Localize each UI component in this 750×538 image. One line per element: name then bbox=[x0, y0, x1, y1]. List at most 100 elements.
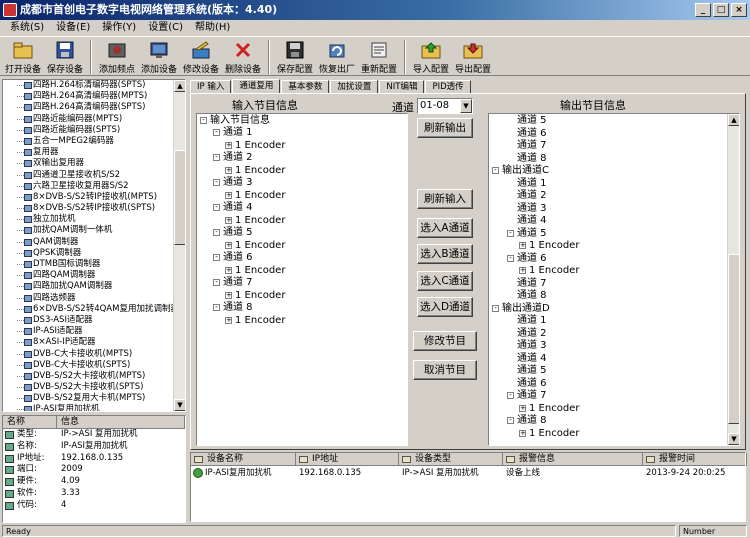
scroll-down-arrow[interactable]: ▼ bbox=[728, 433, 739, 445]
tab-ip-input[interactable]: IP 输入 bbox=[190, 80, 232, 94]
refresh-input-button[interactable]: 刷新输入 bbox=[417, 189, 473, 209]
device-tree-item[interactable]: 8×DVB-S/S2转IP接收机(SPTS) bbox=[3, 203, 175, 214]
device-tree-item[interactable]: DTMB国标调制器 bbox=[3, 259, 175, 270]
scroll-thumb[interactable] bbox=[174, 150, 185, 245]
tree-channel[interactable]: 通道 2 bbox=[507, 328, 547, 341]
tree-channel[interactable]: 通道 7 bbox=[507, 278, 547, 291]
table-row[interactable]: IP-ASI复用加扰机 192.168.0.135 IP->ASI 复用加扰机 … bbox=[191, 467, 745, 480]
tree-channel[interactable]: 通道 5 bbox=[507, 115, 547, 128]
tree-channel[interactable]: - 通道 8 bbox=[213, 302, 253, 315]
tree-channel[interactable]: 通道 6 bbox=[507, 378, 547, 391]
tree-encoder[interactable]: +1 Encoder bbox=[225, 165, 285, 178]
tree-channel[interactable]: 通道 5 bbox=[507, 365, 547, 378]
select-channel-b-button[interactable]: 选入B通道 bbox=[417, 244, 473, 264]
tree-encoder[interactable]: +1 Encoder bbox=[519, 403, 579, 416]
output-program-tree[interactable]: 通道 5 通道 6 通道 7 通道 8- 输出通道C 通道 1 通道 2 通道 3 通道 4-通… bbox=[488, 113, 740, 446]
tree-channel[interactable]: 通道 3 bbox=[507, 203, 547, 216]
tree-channel[interactable]: 通道 8 bbox=[507, 290, 547, 303]
device-tree-item[interactable]: IP-ASI适配器 bbox=[3, 326, 175, 337]
add-device-button[interactable]: 添加设备 bbox=[138, 37, 180, 75]
expand-icon[interactable]: + bbox=[225, 191, 232, 199]
col-device-type[interactable]: 设备类型 bbox=[399, 453, 503, 466]
device-tree-item[interactable]: QAM调制器 bbox=[3, 237, 175, 248]
tree-channel[interactable]: - 通道 8 bbox=[507, 415, 547, 428]
refresh-output-button[interactable]: 刷新输出 bbox=[417, 118, 473, 138]
device-tree-item[interactable]: 8×ASI-IP适配器 bbox=[3, 337, 175, 348]
collapse-icon[interactable]: - bbox=[213, 154, 220, 161]
tab-nit-edit[interactable]: NIT编辑 bbox=[379, 80, 425, 94]
device-tree-item[interactable]: 四路选频器 bbox=[3, 293, 175, 304]
tree-channel[interactable]: - 通道 5 bbox=[507, 228, 547, 241]
tab-channel-mux[interactable]: 通道复用 bbox=[232, 79, 281, 94]
menu-device[interactable]: 设备(E) bbox=[50, 20, 96, 36]
tree-channel[interactable]: - 通道 7 bbox=[213, 277, 253, 290]
device-tree-item[interactable]: DVB-S/S2大卡接收机(MPTS) bbox=[3, 371, 175, 382]
select-channel-d-button[interactable]: 选入D通道 bbox=[417, 297, 473, 317]
scroll-up-arrow[interactable]: ▲ bbox=[174, 80, 185, 92]
info-col-name[interactable]: 名称 bbox=[3, 416, 57, 428]
tree-channel[interactable]: - 通道 1 bbox=[213, 127, 253, 140]
collapse-icon[interactable]: - bbox=[213, 229, 220, 236]
tree-channel[interactable]: 通道 1 bbox=[507, 178, 547, 191]
tree-channel[interactable]: 通道 3 bbox=[507, 340, 547, 353]
device-tree-item[interactable]: DVB-S/S2大卡接收机(SPTS) bbox=[3, 382, 175, 393]
collapse-icon[interactable]: - bbox=[507, 392, 514, 399]
device-tree-item[interactable]: 四通道卫星接收机S/S2 bbox=[3, 170, 175, 181]
close-button[interactable]: × bbox=[731, 3, 747, 17]
tree-channel[interactable]: 通道 8 bbox=[507, 153, 547, 166]
output-tree-scrollbar[interactable]: ▲ ▼ bbox=[727, 114, 739, 445]
device-tree-item[interactable]: 复用器 bbox=[3, 147, 175, 158]
menu-help[interactable]: 帮助(H) bbox=[189, 20, 236, 36]
edit-device-button[interactable]: 修改设备 bbox=[180, 37, 222, 75]
expand-icon[interactable]: + bbox=[519, 429, 526, 437]
select-channel-a-button[interactable]: 选入A通道 bbox=[417, 218, 473, 238]
col-device-name[interactable]: 设备名称 bbox=[191, 453, 296, 466]
tree-channel[interactable]: 通道 1 bbox=[507, 315, 547, 328]
collapse-icon[interactable]: - bbox=[492, 167, 499, 174]
device-tree-item[interactable]: QPSK调制器 bbox=[3, 248, 175, 259]
device-tree-scrollbar[interactable]: ▲ ▼ bbox=[173, 80, 185, 411]
device-tree-item[interactable]: IP-ASI复用加扰机 bbox=[3, 404, 175, 411]
collapse-icon[interactable]: - bbox=[200, 117, 207, 124]
tree-channel[interactable]: - 通道 5 bbox=[213, 227, 253, 240]
save-config-button[interactable]: 保存配置 bbox=[274, 37, 316, 75]
reconfigure-button[interactable]: 重新配置 bbox=[358, 37, 400, 75]
open-device-button[interactable]: 打开设备 bbox=[2, 37, 44, 75]
collapse-icon[interactable]: - bbox=[507, 417, 514, 424]
menu-system[interactable]: 系统(S) bbox=[4, 20, 50, 36]
collapse-icon[interactable]: - bbox=[213, 129, 220, 136]
expand-icon[interactable]: + bbox=[225, 241, 232, 249]
device-tree-item[interactable]: 四路近能编码器(SPTS) bbox=[3, 125, 175, 136]
scroll-down-arrow[interactable]: ▼ bbox=[174, 399, 185, 411]
expand-icon[interactable]: + bbox=[519, 404, 526, 412]
import-config-button[interactable]: 导入配置 bbox=[410, 37, 452, 75]
device-tree-item[interactable]: 四路H.264高清编码器(MPTS) bbox=[3, 91, 175, 102]
device-tree-item[interactable]: 四路H.264标清编码器(SPTS) bbox=[3, 80, 175, 91]
tree-output-group[interactable]: - 输出通道C bbox=[492, 165, 549, 178]
factory-reset-button[interactable]: 恢复出厂 bbox=[316, 37, 358, 75]
tab-scramble-settings[interactable]: 加扰设置 bbox=[330, 80, 379, 94]
collapse-icon[interactable]: - bbox=[213, 304, 220, 311]
tree-channel[interactable]: - 通道 2 bbox=[213, 152, 253, 165]
col-alarm-time[interactable]: 报警时间 bbox=[643, 453, 747, 466]
channel-select[interactable]: 01-08 ▼ bbox=[417, 98, 473, 114]
tree-encoder[interactable]: +1 Encoder bbox=[519, 240, 579, 253]
menu-operation[interactable]: 操作(Y) bbox=[96, 20, 142, 36]
tree-channel[interactable]: 通道 4 bbox=[507, 215, 547, 228]
tab-pid-passthrough[interactable]: PID透传 bbox=[425, 80, 471, 94]
tree-encoder[interactable]: +1 Encoder bbox=[225, 290, 285, 303]
tree-encoder[interactable]: +1 Encoder bbox=[225, 315, 285, 328]
collapse-icon[interactable]: - bbox=[213, 279, 220, 286]
scroll-thumb[interactable] bbox=[728, 254, 739, 424]
collapse-icon[interactable]: - bbox=[213, 179, 220, 186]
tree-channel[interactable]: - 通道 7 bbox=[507, 390, 547, 403]
tree-channel[interactable]: - 通道 4 bbox=[213, 202, 253, 215]
device-tree-item[interactable]: DVB-S/S2复用大卡机(MPTS) bbox=[3, 393, 175, 404]
modify-program-button[interactable]: 修改节目 bbox=[413, 331, 477, 351]
tree-encoder[interactable]: +1 Encoder bbox=[225, 140, 285, 153]
expand-icon[interactable]: + bbox=[519, 267, 526, 274]
save-device-button[interactable]: 保存设备 bbox=[44, 37, 86, 75]
tree-encoder[interactable]: +1 Encoder bbox=[225, 190, 285, 203]
device-tree-item[interactable]: 8×DVB-S/S2转IP接收机(MPTS) bbox=[3, 192, 175, 203]
tree-encoder[interactable]: +1 Encoder bbox=[519, 428, 579, 441]
